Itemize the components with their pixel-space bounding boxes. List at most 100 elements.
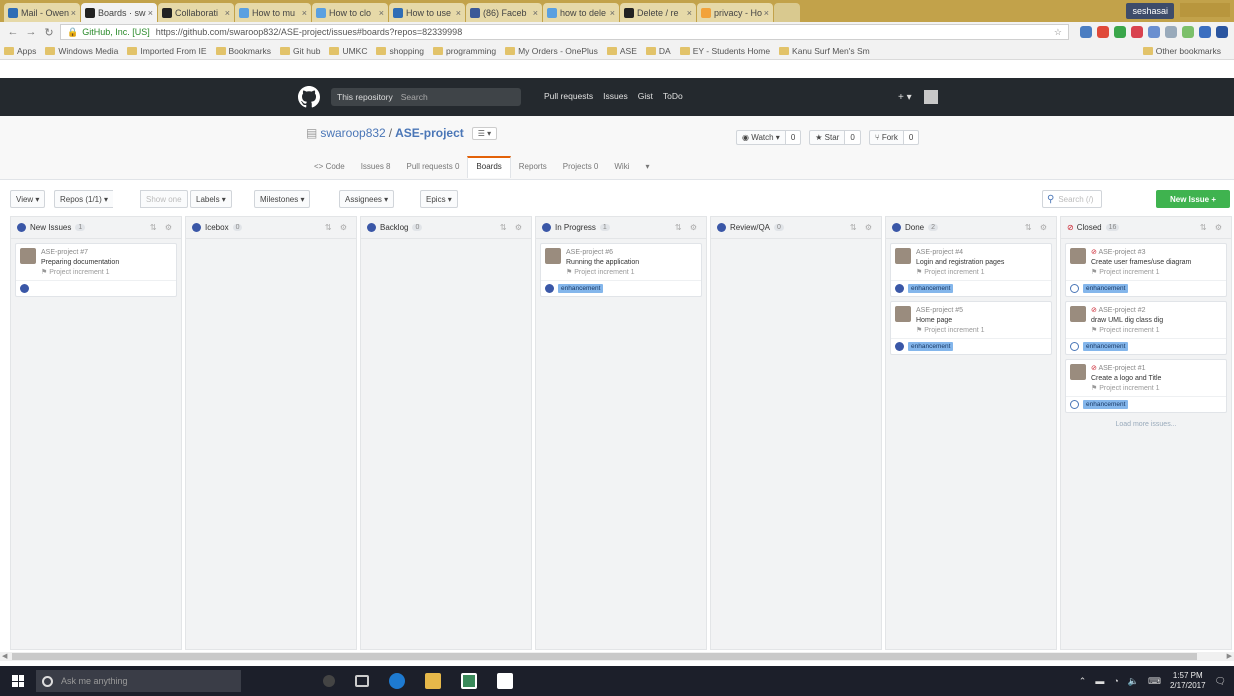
battery-icon[interactable]: ▬ — [1095, 676, 1104, 686]
show-one-button[interactable]: Show one — [140, 190, 188, 208]
issue-title[interactable]: Login and registration pages — [916, 258, 1047, 268]
avatar[interactable] — [545, 248, 561, 264]
repos-dropdown[interactable]: Repos (1/1) ▾ — [54, 190, 114, 208]
nav-todo[interactable]: ToDo — [663, 91, 683, 101]
close-icon[interactable]: × — [302, 8, 307, 18]
edge-icon[interactable] — [389, 673, 405, 689]
issue-title[interactable]: Create a logo and Title — [1091, 374, 1222, 384]
avatar[interactable] — [1070, 248, 1086, 264]
bookmark-item[interactable]: Bookmarks — [215, 46, 271, 56]
column-options-icon[interactable]: ⇅ ⚙ — [325, 223, 350, 232]
extension-icon[interactable] — [1148, 26, 1160, 38]
milestones-dropdown[interactable]: Milestones ▾ — [254, 190, 311, 208]
pipeline-status-icon[interactable] — [545, 284, 554, 293]
label-badge[interactable]: enhancement — [1083, 400, 1129, 409]
issue-title[interactable]: draw UML dig class dig — [1091, 316, 1222, 326]
avatar[interactable] — [1070, 364, 1086, 380]
pipeline-status-icon[interactable] — [1070, 400, 1079, 409]
bookmark-item[interactable]: My Orders - OnePlus — [505, 46, 598, 56]
browser-tab[interactable]: How to clo × — [312, 3, 388, 22]
bookmark-item[interactable]: Apps — [4, 46, 36, 56]
column-header[interactable]: Icebox 0 ⇅ ⚙ — [186, 217, 356, 239]
pipeline-status-icon[interactable] — [20, 284, 29, 293]
repo-owner-link[interactable]: swaroop832 — [320, 126, 385, 140]
extension-icon[interactable] — [1165, 26, 1177, 38]
window-controls[interactable] — [1180, 3, 1230, 17]
column-header[interactable]: New Issues 1 ⇅ ⚙ — [11, 217, 181, 239]
bookmark-item[interactable]: Kanu Surf Men's Sm — [779, 46, 870, 56]
tab-reports[interactable]: Reports — [511, 156, 555, 178]
extension-icon[interactable] — [1199, 26, 1211, 38]
column-options-icon[interactable]: ⇅ ⚙ — [500, 223, 525, 232]
bookmark-item[interactable]: Windows Media — [45, 46, 118, 56]
pipeline-status-icon[interactable] — [895, 342, 904, 351]
issue-card[interactable]: ⊘ ASE-project #3 Create user frames/use d… — [1065, 243, 1227, 297]
label-badge[interactable]: enhancement — [908, 342, 954, 351]
new-issue-button[interactable]: New Issue + — [1156, 190, 1230, 208]
column-header[interactable]: Backlog 0 ⇅ ⚙ — [361, 217, 531, 239]
microphone-icon[interactable] — [323, 675, 335, 687]
extension-icon[interactable] — [1131, 26, 1143, 38]
bookmark-item[interactable]: EY - Students Home — [679, 46, 770, 56]
start-button[interactable] — [0, 675, 36, 687]
tab-projects[interactable]: Projects 0 — [555, 156, 607, 178]
tab-pull-requests[interactable]: Pull requests 0 — [399, 156, 468, 178]
browser-tab[interactable]: How to use × — [389, 3, 465, 22]
chrome-icon[interactable] — [497, 673, 513, 689]
bookmark-item[interactable]: ASE — [606, 46, 637, 56]
file-explorer-icon[interactable] — [425, 673, 441, 689]
tab-wiki[interactable]: Wiki — [606, 156, 637, 178]
horizontal-scrollbar[interactable]: ◀ ▶ — [0, 652, 1234, 661]
clock[interactable]: 1:57 PM 2/17/2017 — [1170, 671, 1206, 691]
label-badge[interactable]: enhancement — [908, 284, 954, 293]
issue-title[interactable]: Home page — [916, 316, 1047, 326]
load-more-link[interactable]: Load more issues... — [1065, 421, 1227, 428]
browser-tab[interactable]: How to mu × — [235, 3, 311, 22]
bookmark-star-icon[interactable]: ☆ — [1054, 27, 1062, 38]
tab-code[interactable]: <> Code — [306, 156, 353, 178]
issue-card[interactable]: ASE-project #5 Home page ⚑ Project increme… — [890, 301, 1052, 355]
bookmark-item[interactable]: shopping — [376, 46, 424, 56]
extension-icon[interactable] — [1114, 26, 1126, 38]
scroll-left-icon[interactable]: ◀ — [2, 652, 7, 660]
avatar[interactable] — [895, 306, 911, 322]
zenhub-menu-button[interactable]: ☰ ▾ — [471, 126, 498, 140]
column-options-icon[interactable]: ⇅ ⚙ — [1200, 223, 1225, 232]
pipeline-status-icon[interactable] — [1070, 342, 1079, 351]
close-icon[interactable]: × — [610, 8, 615, 18]
issue-title[interactable]: Preparing documentation — [41, 258, 172, 268]
close-icon[interactable]: × — [533, 8, 538, 18]
close-icon[interactable]: × — [379, 8, 384, 18]
scroll-right-icon[interactable]: ▶ — [1227, 652, 1232, 660]
board-filter-input[interactable]: ⚲ Search (/) — [1042, 190, 1102, 208]
volume-icon[interactable]: 🔈 — [1128, 676, 1139, 687]
url-input[interactable]: 🔒 GitHub, Inc. [US] https://github.com/s… — [60, 24, 1069, 40]
column-options-icon[interactable]: ⇅ ⚙ — [150, 223, 175, 232]
browser-tab[interactable]: Boards · swa × — [81, 3, 157, 22]
close-icon[interactable]: × — [148, 8, 153, 18]
nav-pull-requests[interactable]: Pull requests — [544, 91, 593, 101]
nav-gist[interactable]: Gist — [638, 91, 653, 101]
column-header[interactable]: Done 2 ⇅ ⚙ — [886, 217, 1056, 239]
nav-issues[interactable]: Issues — [603, 91, 628, 101]
bookmark-item[interactable]: programming — [432, 46, 496, 56]
extension-icon[interactable] — [1182, 26, 1194, 38]
extension-icon[interactable] — [1216, 26, 1228, 38]
wifi-icon[interactable]: ◔ — [1113, 676, 1118, 686]
watch-button[interactable]: ◉ Watch ▾ 0 — [736, 130, 802, 145]
close-icon[interactable]: × — [456, 8, 461, 18]
issue-card[interactable]: ⊘ ASE-project #1 Create a logo and Title ⚑… — [1065, 359, 1227, 413]
new-tab-button[interactable] — [774, 3, 800, 22]
labels-dropdown[interactable]: Labels ▾ — [190, 190, 232, 208]
create-new-button[interactable]: + ▾ — [898, 92, 912, 103]
bookmark-item[interactable]: UMKC — [329, 46, 367, 56]
label-badge[interactable]: enhancement — [1083, 284, 1129, 293]
pipeline-status-icon[interactable] — [895, 284, 904, 293]
browser-tab[interactable]: Collaborati × — [158, 3, 234, 22]
issue-card[interactable]: ⊘ ASE-project #2 draw UML dig class dig ⚑ … — [1065, 301, 1227, 355]
column-options-icon[interactable]: ⇅ ⚙ — [1025, 223, 1050, 232]
user-avatar[interactable] — [923, 90, 938, 104]
bookmark-item[interactable]: DA — [645, 46, 671, 56]
avatar[interactable] — [895, 248, 911, 264]
github-logo-icon[interactable] — [298, 86, 320, 108]
